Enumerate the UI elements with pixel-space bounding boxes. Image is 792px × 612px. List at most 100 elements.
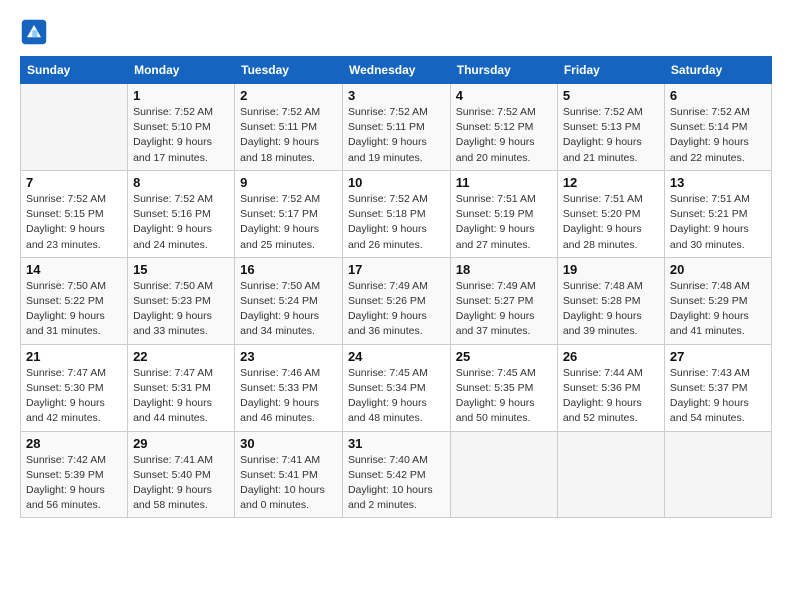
column-header-tuesday: Tuesday (235, 57, 343, 84)
day-number: 30 (240, 436, 337, 451)
day-detail: Sunrise: 7:49 AM Sunset: 5:27 PM Dayligh… (456, 279, 552, 340)
logo (20, 18, 52, 46)
calendar-cell: 13Sunrise: 7:51 AM Sunset: 5:21 PM Dayli… (664, 170, 771, 257)
page: SundayMondayTuesdayWednesdayThursdayFrid… (0, 0, 792, 612)
day-number: 1 (133, 88, 229, 103)
calendar-cell: 7 Sunrise: 7:52 AM Sunset: 5:15 PM Daylig… (21, 170, 128, 257)
day-number: 6 (670, 88, 766, 103)
calendar-table: SundayMondayTuesdayWednesdayThursdayFrid… (20, 56, 772, 518)
day-detail: Sunrise: 7:45 AM Sunset: 5:35 PM Dayligh… (456, 366, 552, 427)
day-detail: Sunrise: 7:48 AM Sunset: 5:29 PM Dayligh… (670, 279, 766, 340)
day-detail: Sunrise: 7:50 AM Sunset: 5:23 PM Dayligh… (133, 279, 229, 340)
week-row-4: 21 Sunrise: 7:47 AM Sunset: 5:30 PM Dayli… (21, 344, 772, 431)
day-detail: Sunrise: 7:43 AM Sunset: 5:37 PM Dayligh… (670, 366, 766, 427)
day-detail: Sunrise: 7:52 AM Sunset: 5:11 PM Dayligh… (240, 105, 337, 166)
day-detail: Sunrise: 7:48 AM Sunset: 5:28 PM Dayligh… (563, 279, 659, 340)
day-number: 5 (563, 88, 659, 103)
day-detail: Sunrise: 7:51 AM Sunset: 5:20 PM Dayligh… (563, 192, 659, 253)
calendar-cell (450, 431, 557, 518)
calendar-cell: 27Sunrise: 7:43 AM Sunset: 5:37 PM Dayli… (664, 344, 771, 431)
day-detail: Sunrise: 7:52 AM Sunset: 5:18 PM Dayligh… (348, 192, 445, 253)
calendar-cell: 2 Sunrise: 7:52 AM Sunset: 5:11 PM Daylig… (235, 84, 343, 171)
day-number: 28 (26, 436, 122, 451)
week-row-5: 28 Sunrise: 7:42 AM Sunset: 5:39 PM Dayli… (21, 431, 772, 518)
logo-icon (20, 18, 48, 46)
day-detail: Sunrise: 7:52 AM Sunset: 5:12 PM Dayligh… (456, 105, 552, 166)
week-row-1: 1 Sunrise: 7:52 AM Sunset: 5:10 PM Daylig… (21, 84, 772, 171)
day-detail: Sunrise: 7:42 AM Sunset: 5:39 PM Dayligh… (26, 453, 122, 514)
header-row: SundayMondayTuesdayWednesdayThursdayFrid… (21, 57, 772, 84)
calendar-cell: 30 Sunrise: 7:41 AM Sunset: 5:41 PM Dayli… (235, 431, 343, 518)
day-number: 15 (133, 262, 229, 277)
day-number: 12 (563, 175, 659, 190)
day-number: 26 (563, 349, 659, 364)
day-detail: Sunrise: 7:52 AM Sunset: 5:13 PM Dayligh… (563, 105, 659, 166)
calendar-cell: 8Sunrise: 7:52 AM Sunset: 5:16 PM Daylig… (128, 170, 235, 257)
day-detail: Sunrise: 7:52 AM Sunset: 5:14 PM Dayligh… (670, 105, 766, 166)
calendar-cell: 16Sunrise: 7:50 AM Sunset: 5:24 PM Dayli… (235, 257, 343, 344)
column-header-thursday: Thursday (450, 57, 557, 84)
day-number: 17 (348, 262, 445, 277)
day-number: 3 (348, 88, 445, 103)
calendar-cell: 22 Sunrise: 7:47 AM Sunset: 5:31 PM Dayli… (128, 344, 235, 431)
column-header-saturday: Saturday (664, 57, 771, 84)
column-header-wednesday: Wednesday (342, 57, 450, 84)
day-detail: Sunrise: 7:49 AM Sunset: 5:26 PM Dayligh… (348, 279, 445, 340)
calendar-cell: 15 Sunrise: 7:50 AM Sunset: 5:23 PM Dayli… (128, 257, 235, 344)
calendar-cell: 11 Sunrise: 7:51 AM Sunset: 5:19 PM Dayli… (450, 170, 557, 257)
day-number: 9 (240, 175, 337, 190)
day-detail: Sunrise: 7:50 AM Sunset: 5:22 PM Dayligh… (26, 279, 122, 340)
calendar-cell: 14 Sunrise: 7:50 AM Sunset: 5:22 PM Dayli… (21, 257, 128, 344)
day-detail: Sunrise: 7:52 AM Sunset: 5:16 PM Dayligh… (133, 192, 229, 253)
day-detail: Sunrise: 7:41 AM Sunset: 5:41 PM Dayligh… (240, 453, 337, 514)
day-number: 31 (348, 436, 445, 451)
day-number: 7 (26, 175, 122, 190)
day-detail: Sunrise: 7:47 AM Sunset: 5:30 PM Dayligh… (26, 366, 122, 427)
calendar-cell: 25 Sunrise: 7:45 AM Sunset: 5:35 PM Dayli… (450, 344, 557, 431)
day-detail: Sunrise: 7:52 AM Sunset: 5:10 PM Dayligh… (133, 105, 229, 166)
day-number: 19 (563, 262, 659, 277)
day-number: 13 (670, 175, 766, 190)
day-number: 29 (133, 436, 229, 451)
calendar-cell: 17 Sunrise: 7:49 AM Sunset: 5:26 PM Dayli… (342, 257, 450, 344)
calendar-cell: 19 Sunrise: 7:48 AM Sunset: 5:28 PM Dayli… (557, 257, 664, 344)
column-header-monday: Monday (128, 57, 235, 84)
day-number: 24 (348, 349, 445, 364)
day-number: 22 (133, 349, 229, 364)
day-number: 10 (348, 175, 445, 190)
calendar-cell: 18 Sunrise: 7:49 AM Sunset: 5:27 PM Dayli… (450, 257, 557, 344)
day-detail: Sunrise: 7:52 AM Sunset: 5:17 PM Dayligh… (240, 192, 337, 253)
day-detail: Sunrise: 7:45 AM Sunset: 5:34 PM Dayligh… (348, 366, 445, 427)
day-number: 25 (456, 349, 552, 364)
day-number: 11 (456, 175, 552, 190)
day-number: 21 (26, 349, 122, 364)
day-detail: Sunrise: 7:52 AM Sunset: 5:11 PM Dayligh… (348, 105, 445, 166)
calendar-cell: 4Sunrise: 7:52 AM Sunset: 5:12 PM Daylig… (450, 84, 557, 171)
day-number: 18 (456, 262, 552, 277)
calendar-cell: 5 Sunrise: 7:52 AM Sunset: 5:13 PM Daylig… (557, 84, 664, 171)
day-number: 14 (26, 262, 122, 277)
week-row-2: 7 Sunrise: 7:52 AM Sunset: 5:15 PM Daylig… (21, 170, 772, 257)
calendar-cell: 10 Sunrise: 7:52 AM Sunset: 5:18 PM Dayli… (342, 170, 450, 257)
day-number: 2 (240, 88, 337, 103)
day-detail: Sunrise: 7:51 AM Sunset: 5:19 PM Dayligh… (456, 192, 552, 253)
calendar-cell: 21 Sunrise: 7:47 AM Sunset: 5:30 PM Dayli… (21, 344, 128, 431)
calendar-cell: 6 Sunrise: 7:52 AM Sunset: 5:14 PM Daylig… (664, 84, 771, 171)
day-number: 23 (240, 349, 337, 364)
calendar-cell: 26 Sunrise: 7:44 AM Sunset: 5:36 PM Dayli… (557, 344, 664, 431)
calendar-cell (557, 431, 664, 518)
day-number: 20 (670, 262, 766, 277)
calendar-cell: 3 Sunrise: 7:52 AM Sunset: 5:11 PM Daylig… (342, 84, 450, 171)
day-detail: Sunrise: 7:47 AM Sunset: 5:31 PM Dayligh… (133, 366, 229, 427)
day-number: 16 (240, 262, 337, 277)
calendar-cell: 9 Sunrise: 7:52 AM Sunset: 5:17 PM Daylig… (235, 170, 343, 257)
calendar-cell (21, 84, 128, 171)
calendar-cell: 20 Sunrise: 7:48 AM Sunset: 5:29 PM Dayli… (664, 257, 771, 344)
calendar-cell: 28 Sunrise: 7:42 AM Sunset: 5:39 PM Dayli… (21, 431, 128, 518)
calendar-cell: 31Sunrise: 7:40 AM Sunset: 5:42 PM Dayli… (342, 431, 450, 518)
day-detail: Sunrise: 7:44 AM Sunset: 5:36 PM Dayligh… (563, 366, 659, 427)
day-detail: Sunrise: 7:52 AM Sunset: 5:15 PM Dayligh… (26, 192, 122, 253)
calendar-cell: 24 Sunrise: 7:45 AM Sunset: 5:34 PM Dayli… (342, 344, 450, 431)
week-row-3: 14 Sunrise: 7:50 AM Sunset: 5:22 PM Dayli… (21, 257, 772, 344)
column-header-sunday: Sunday (21, 57, 128, 84)
